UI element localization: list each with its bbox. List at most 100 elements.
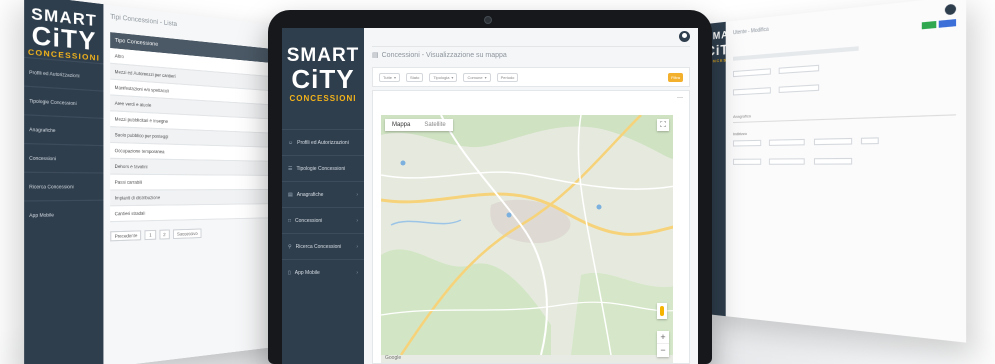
pager-next[interactable]: Successivo [172,228,202,240]
table-row[interactable]: Passi carrabili [110,174,278,191]
main-brand-logo: SMART CiTY CONCESSIONI [282,28,364,104]
list-icon: ☰ [288,165,293,172]
pager-prev[interactable]: Precedente [110,230,142,242]
topbar [364,28,698,44]
left-nav-item[interactable]: Ricerca Concessioni [24,171,104,201]
nav-label: Anagrafiche [29,126,56,134]
pager-page[interactable]: 2 [159,229,170,240]
zoom-in-icon[interactable]: + [657,331,669,344]
left-screen: SMART CiTY CONCESSIONI Profili ed Autori… [24,0,283,364]
user-icon[interactable] [679,30,690,42]
filter-bar: Tutte ▾ Stato Tipologia ▾ Comune ▾ Periodo … [372,67,690,87]
filter-select[interactable]: Tipologia ▾ [429,72,458,82]
google-logo: Google [385,355,402,361]
right-screen: SMART CiTY CONCESSIONI Utente - Modifica… [706,0,967,343]
left-brand-logo: SMART CiTY CONCESSIONI [24,0,103,63]
brand-line2: CiTY [291,64,355,94]
back-button[interactable] [938,19,957,28]
main-content: ▤ Concessioni - Visualizzazione su mappa… [364,28,698,364]
sidebar-item-ricerca[interactable]: ⚲ Ricerca Concessioni › [282,233,364,259]
form-field[interactable] [733,139,762,147]
sidebar-item-label: Tipologie Concessioni [296,165,346,172]
caret-down-icon: ▾ [484,74,487,80]
sidebar-item-tipologie[interactable]: ☰ Tipologie Concessioni [282,155,364,181]
filter-select[interactable]: Tutte ▾ [379,72,400,82]
right-form: Anagrafica Indirizzo [733,38,957,174]
table-row[interactable]: Dehors e tavolini [110,158,278,176]
sidebar-item-label: Concessioni [295,217,323,224]
zoom-control: + − [657,331,669,357]
folder-icon: ▤ [372,52,379,59]
left-sidebar: SMART CiTY CONCESSIONI Profili ed Autori… [24,0,104,364]
map-view[interactable]: Mappa Satellite ⛶ + − Google [381,115,673,363]
filter-select[interactable]: Periodo [496,72,519,82]
fullscreen-icon[interactable]: ⛶ [657,119,669,131]
page-header: ▤ Concessioni - Visualizzazione su mappa [372,46,690,63]
brand-line3: CONCESSIONI [289,94,357,103]
tab-satellite[interactable]: Satellite [417,119,452,131]
right-tabs: Anagrafica [733,104,957,124]
sidebar-item-app-mobile[interactable]: ▯ App Mobile › [282,259,364,285]
users-icon: ☺ [288,139,294,146]
sidebar-item-label: Profili ed Autorizzazioni [297,139,349,146]
right-content: Utente - Modifica Anagrafica Indirizzo [725,0,967,343]
map-tiles [381,115,673,355]
form-field[interactable] [733,87,771,96]
left-nav-item[interactable]: Tipologie Concessioni [24,85,104,118]
nav-label: Ricerca Concessioni [29,183,74,190]
filter-label: Tutte [383,74,392,80]
sidebar-item-label: Ricerca Concessioni [295,243,342,250]
filter-select[interactable]: Comune ▾ [463,72,491,82]
pager-page[interactable]: 1 [144,229,156,241]
nav-label: Profili ed Autorizzazioni [29,69,80,79]
sidebar-item-concessioni[interactable]: □ Concessioni › [282,207,364,233]
collapse-icon[interactable]: — [677,95,683,101]
form-line [733,46,859,61]
sidebar-item-anagrafiche[interactable]: ▤ Anagrafiche › [282,181,364,207]
tablet-screen: SMART CiTY CONCESSIONI ☺ Profili ed Auto… [282,28,698,364]
sidebar-item-profili[interactable]: ☺ Profili ed Autorizzazioni [282,129,364,155]
id-card-icon: ▤ [288,191,293,198]
caret-down-icon: ▾ [451,74,454,80]
form-field[interactable] [779,84,820,94]
form-field[interactable] [813,157,853,165]
map-type-tabs: Mappa Satellite [385,119,453,131]
form-field[interactable] [733,158,762,165]
street-view-pegman-icon[interactable] [657,303,667,319]
main-sidebar: SMART CiTY CONCESSIONI ☺ Profili ed Auto… [282,28,364,364]
file-icon: □ [288,217,292,224]
chevron-right-icon: › [356,191,358,198]
filter-label: Tipologia [433,74,450,80]
map-card: — Mappa Satellite ⛶ + − Google [372,90,690,364]
form-field[interactable] [779,64,820,75]
left-pager: Precedente 1 2 Successivo [110,226,277,242]
caret-down-icon: ▾ [393,74,396,80]
promo-stage: SMART CiTY CONCESSIONI Profili ed Autori… [0,0,995,364]
form-field[interactable] [769,138,806,146]
table-row[interactable]: Cantieri stradali [110,204,278,223]
tab-mappa[interactable]: Mappa [385,119,417,131]
form-field[interactable] [861,137,880,145]
camera-icon [484,16,492,24]
zoom-out-icon[interactable]: − [657,344,669,357]
form-field[interactable] [733,68,771,78]
tab-anagrafica[interactable]: Anagrafica [733,113,751,119]
search-icon: ⚲ [288,243,292,250]
left-nav-item[interactable]: Anagrafiche [24,114,104,146]
form-field[interactable] [769,158,806,165]
tablet-device: SMART CiTY CONCESSIONI ☺ Profili ed Auto… [268,10,712,364]
sidebar-item-label: App Mobile [294,269,320,276]
filter-button[interactable]: Filtra [668,72,683,82]
chevron-right-icon: › [356,243,358,250]
nav-label: App Mobile [29,211,54,219]
form-field[interactable] [813,137,853,146]
filter-label: Stato [409,74,420,80]
chevron-right-icon: › [356,217,358,224]
save-button[interactable] [921,20,937,30]
filter-select[interactable]: Stato [405,72,424,82]
nav-label: Concessioni [29,154,57,162]
left-nav-item[interactable]: Concessioni [24,142,104,173]
sidebar-item-label: Anagrafiche [296,191,324,198]
filter-label: Comune [467,74,483,80]
left-nav-item[interactable]: App Mobile [24,199,104,230]
